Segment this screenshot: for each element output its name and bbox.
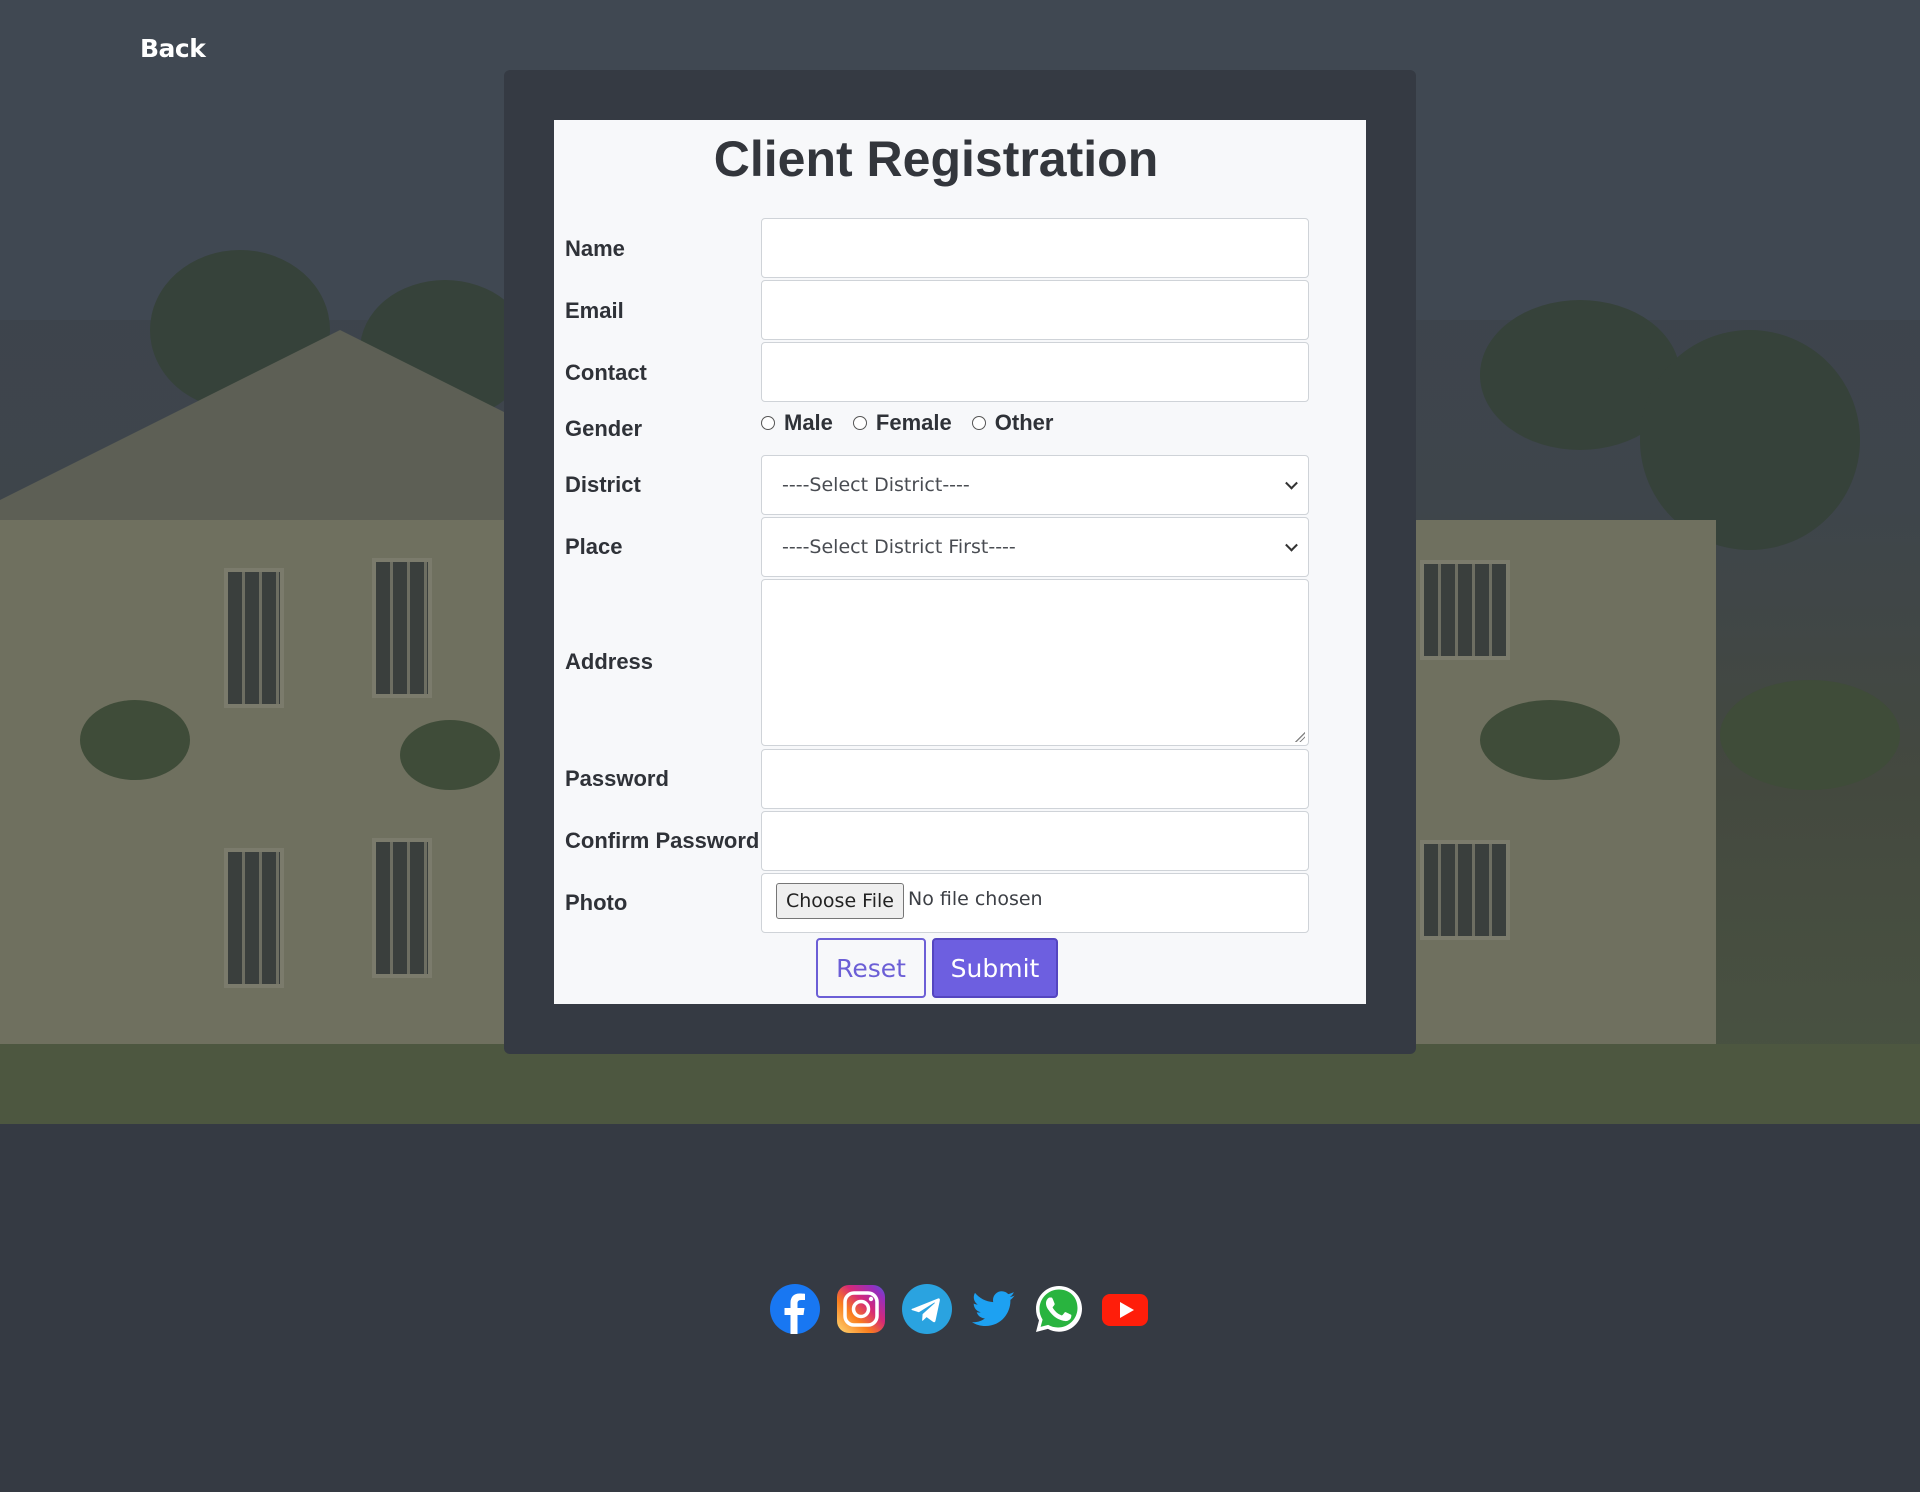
gender-label: Gender [565, 416, 643, 441]
district-label: District [565, 472, 641, 497]
password-label: Password [565, 766, 669, 791]
shrub [400, 720, 500, 790]
chevron-down-icon [1285, 538, 1298, 552]
place-select[interactable]: ----Select District First---- [761, 517, 1309, 577]
chevron-down-icon [1285, 476, 1298, 490]
shrub [1720, 680, 1900, 790]
instagram-icon[interactable] [836, 1284, 886, 1334]
gender-female-radio[interactable] [852, 416, 867, 430]
photo-label: Photo [565, 890, 628, 915]
email-label: Email [565, 298, 624, 323]
telegram-icon[interactable] [902, 1284, 952, 1334]
address-textarea[interactable] [761, 579, 1309, 746]
whatsapp-icon[interactable] [1034, 1284, 1084, 1334]
reset-button[interactable]: Reset [816, 938, 926, 998]
form-frame: Client Registration Name Email Contact G… [504, 70, 1416, 1054]
contact-input[interactable] [761, 342, 1309, 402]
youtube-icon[interactable] [1100, 1284, 1150, 1334]
confirm-password-input[interactable] [761, 811, 1309, 871]
place-label: Place [565, 534, 623, 559]
place-select-value: ----Select District First---- [782, 536, 1016, 558]
gender-male-label: Male [784, 410, 833, 435]
file-status: No file chosen [908, 888, 1043, 910]
shrub [80, 700, 190, 780]
back-link[interactable]: Back [140, 34, 206, 63]
social-links [770, 1283, 1150, 1335]
window [372, 558, 432, 698]
form-actions: Reset Submit [554, 938, 1366, 998]
window [224, 568, 284, 708]
shrub [1480, 700, 1620, 780]
twitter-icon[interactable] [968, 1284, 1018, 1334]
password-input[interactable] [761, 749, 1309, 809]
window [224, 848, 284, 988]
gender-male-radio[interactable] [761, 416, 775, 430]
submit-button[interactable]: Submit [932, 938, 1058, 998]
choose-file-button[interactable]: Choose File [776, 883, 904, 919]
district-select[interactable]: ----Select District---- [761, 455, 1309, 515]
window [372, 838, 432, 978]
address-label: Address [565, 649, 654, 674]
gender-female-label: Female [875, 410, 952, 435]
registration-card: Client Registration Name Email Contact G… [554, 120, 1366, 1004]
gender-radio-group: Male Female Other [761, 410, 1073, 436]
window [1420, 560, 1510, 660]
window [1420, 840, 1510, 940]
lawn [0, 1044, 1920, 1124]
gender-other-radio[interactable] [971, 416, 986, 430]
page-title: Client Registration [713, 131, 1159, 187]
district-select-value: ----Select District---- [782, 474, 970, 496]
gender-other-label: Other [994, 410, 1054, 435]
name-input[interactable] [761, 218, 1309, 278]
contact-label: Contact [565, 360, 647, 385]
resize-grip-icon[interactable] [1295, 732, 1305, 742]
name-label: Name [565, 236, 625, 261]
confirm-password-label: Confirm Password [565, 828, 760, 853]
email-input[interactable] [761, 280, 1309, 340]
photo-file-input: Choose File No file chosen [761, 873, 1309, 933]
tree [1640, 330, 1860, 550]
facebook-icon[interactable] [770, 1284, 820, 1334]
